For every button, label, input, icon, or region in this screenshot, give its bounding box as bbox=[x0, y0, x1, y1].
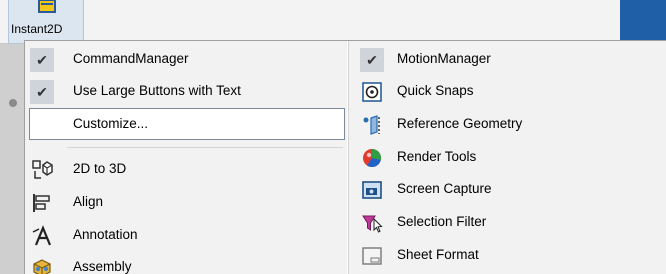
menu-item-customize[interactable]: Customize... bbox=[29, 108, 345, 140]
menu-item-label: Customize... bbox=[73, 116, 149, 131]
column-separator bbox=[347, 41, 349, 274]
menu-item-quick-snaps[interactable]: Quick Snaps bbox=[357, 75, 663, 107]
menu-item-annotation[interactable]: Annotation bbox=[27, 219, 345, 251]
menu-item-label: 2D to 3D bbox=[73, 161, 127, 176]
menu-item-commandmanager[interactable]: ✔ CommandManager bbox=[27, 43, 345, 75]
menu-item-label: Use Large Buttons with Text bbox=[73, 83, 241, 98]
menu-item-render-tools[interactable]: Render Tools bbox=[357, 141, 663, 173]
menu-item-label: Align bbox=[73, 194, 104, 209]
screen-capture-icon bbox=[359, 177, 385, 203]
left-panel-edge bbox=[0, 44, 24, 274]
menu-item-motionmanager[interactable]: ✔ MotionManager bbox=[357, 43, 663, 75]
menu-item-screen-capture[interactable]: Screen Capture bbox=[357, 173, 663, 205]
command-toolbar: Instant2D bbox=[0, 0, 666, 44]
check-icon: ✔ bbox=[29, 79, 55, 105]
menu-item-sheet-format[interactable]: Sheet Format bbox=[357, 239, 663, 271]
menu-item-label: Quick Snaps bbox=[397, 83, 474, 98]
annotation-icon bbox=[29, 223, 55, 249]
menu-item-2d-to-3d[interactable]: 2D to 3D bbox=[27, 153, 345, 185]
panel-handle-icon bbox=[9, 99, 17, 107]
reference-geometry-icon bbox=[359, 112, 385, 138]
title-bar-accent bbox=[620, 0, 666, 44]
quick-snaps-icon bbox=[359, 79, 385, 105]
menu-item-label: CommandManager bbox=[73, 51, 189, 66]
menu-item-label: Reference Geometry bbox=[397, 116, 523, 131]
menu-item-label: Screen Capture bbox=[397, 181, 492, 196]
menu-item-reference-geometry[interactable]: Reference Geometry bbox=[357, 108, 663, 140]
menu-item-label: MotionManager bbox=[397, 51, 491, 66]
menu-item-large-buttons[interactable]: ✔ Use Large Buttons with Text bbox=[27, 75, 345, 107]
instant2d-label: Instant2D bbox=[11, 22, 63, 36]
check-icon: ✔ bbox=[29, 47, 55, 73]
instant2d-button[interactable]: Instant2D bbox=[8, 0, 84, 44]
render-tools-icon bbox=[359, 145, 385, 171]
menu-item-label: Selection Filter bbox=[397, 214, 487, 229]
check-icon: ✔ bbox=[359, 47, 385, 73]
menu-item-label: Annotation bbox=[73, 227, 138, 242]
align-icon bbox=[29, 190, 55, 216]
menu-item-label: Assembly bbox=[73, 259, 132, 274]
instant2d-icon bbox=[35, 0, 59, 14]
assembly-icon bbox=[29, 255, 55, 274]
menu-item-label: Render Tools bbox=[397, 149, 477, 164]
selection-filter-icon bbox=[359, 210, 385, 236]
sheet-format-icon bbox=[359, 243, 385, 269]
menu-item-selection-filter[interactable]: Selection Filter bbox=[357, 206, 663, 238]
menu-item-align[interactable]: Align bbox=[27, 186, 345, 218]
menu-separator bbox=[67, 147, 343, 148]
menu-item-label: Sheet Format bbox=[397, 247, 479, 262]
2d-to-3d-icon bbox=[29, 157, 55, 183]
menu-item-assembly[interactable]: Assembly bbox=[27, 251, 345, 274]
toolbar-context-menu: ✔ CommandManager ✔ Use Large Buttons wit… bbox=[24, 40, 666, 274]
